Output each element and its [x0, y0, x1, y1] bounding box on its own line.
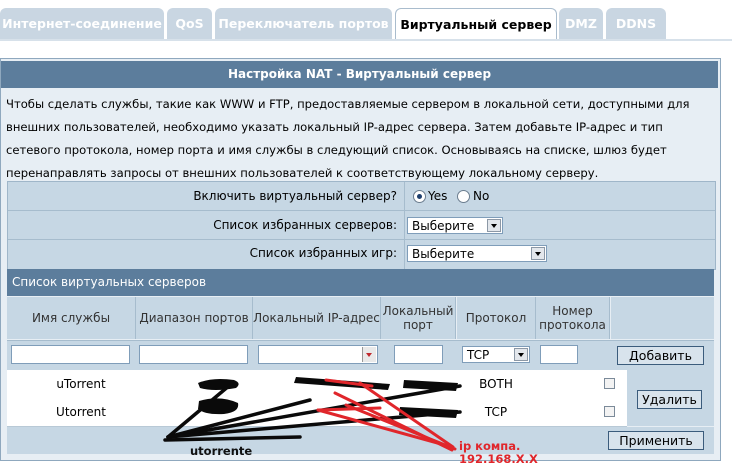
tab-bar: Интернет-соединение QoS Переключатель по… — [0, 8, 732, 41]
protocol-number-input[interactable] — [540, 345, 578, 364]
chevron-down-icon — [487, 219, 501, 232]
favorite-servers-select[interactable]: Выберите — [407, 217, 503, 234]
chevron-down-icon — [366, 353, 372, 357]
row-select-checkbox[interactable] — [604, 378, 615, 389]
enable-no-label: No — [473, 189, 490, 203]
row-select-checkbox[interactable] — [604, 406, 615, 417]
column-actions — [611, 297, 714, 339]
enable-yes-radio[interactable] — [413, 190, 426, 203]
table-row: uTorrent BOTH — [7, 370, 627, 399]
tab-ddns[interactable]: DDNS — [606, 8, 666, 39]
tab-internet[interactable]: Интернет-соединение — [0, 8, 164, 39]
favorite-games-select[interactable]: Выберите — [407, 245, 547, 262]
table-row: Utorrent TCP — [7, 398, 627, 427]
local-port-input[interactable] — [394, 345, 443, 364]
tab-dmz[interactable]: DMZ — [559, 8, 603, 39]
add-button[interactable]: Добавить — [617, 346, 704, 365]
column-protocol-number: Номер протокола — [536, 297, 610, 339]
column-port-range: Диапазон портов — [136, 297, 253, 339]
row-service-name: Utorrent — [56, 405, 106, 419]
column-local-port: Локальный порт — [381, 297, 456, 339]
favorite-servers-label: Список избранных серверов: — [213, 218, 397, 232]
column-local-ip: Локальный IP-адрес — [253, 297, 381, 339]
chevron-down-icon — [514, 348, 528, 361]
tab-underline — [0, 39, 732, 41]
apply-button[interactable]: Применить — [608, 431, 704, 450]
tab-virtual-server[interactable]: Виртуальный сервер — [395, 8, 557, 41]
tab-port-trigger[interactable]: Переключатель портов — [215, 8, 392, 39]
local-ip-input[interactable] — [258, 345, 378, 364]
favorite-servers-value: Выберите — [412, 219, 475, 233]
row-protocol: TCP — [484, 405, 508, 419]
description-text: Чтобы сделать службы, такие как WWW и FT… — [6, 97, 690, 180]
annotation-ip-note: ip компа. 192.168.X.X — [459, 439, 538, 466]
column-protocol: Протокол — [457, 297, 536, 339]
ip-dropdown-button[interactable] — [362, 347, 376, 362]
row-service-name: uTorrent — [56, 377, 106, 391]
enable-no-radio[interactable] — [457, 190, 470, 203]
service-name-input[interactable] — [11, 345, 130, 364]
row-protocol: BOTH — [479, 377, 513, 391]
enable-yes-label: Yes — [428, 189, 448, 203]
enable-server-label: Включить виртуальный сервер? — [193, 189, 397, 203]
virtual-server-list-header: Список виртуальных серверов — [7, 269, 714, 296]
protocol-select[interactable]: TCP — [462, 346, 530, 363]
page-title: Настройка NAT - Виртуальный сервер — [1, 61, 718, 88]
delete-button[interactable]: Удалить — [637, 390, 702, 409]
favorite-games-label: Список избранных игр: — [249, 246, 397, 260]
column-service-name: Имя службы — [7, 297, 136, 339]
port-range-input[interactable] — [139, 345, 248, 364]
tab-qos[interactable]: QoS — [167, 8, 212, 39]
protocol-value: TCP — [467, 348, 490, 362]
favorite-games-value: Выберите — [412, 247, 475, 261]
annotation-utorrente: utorrente — [190, 444, 253, 458]
chevron-down-icon — [531, 247, 545, 260]
